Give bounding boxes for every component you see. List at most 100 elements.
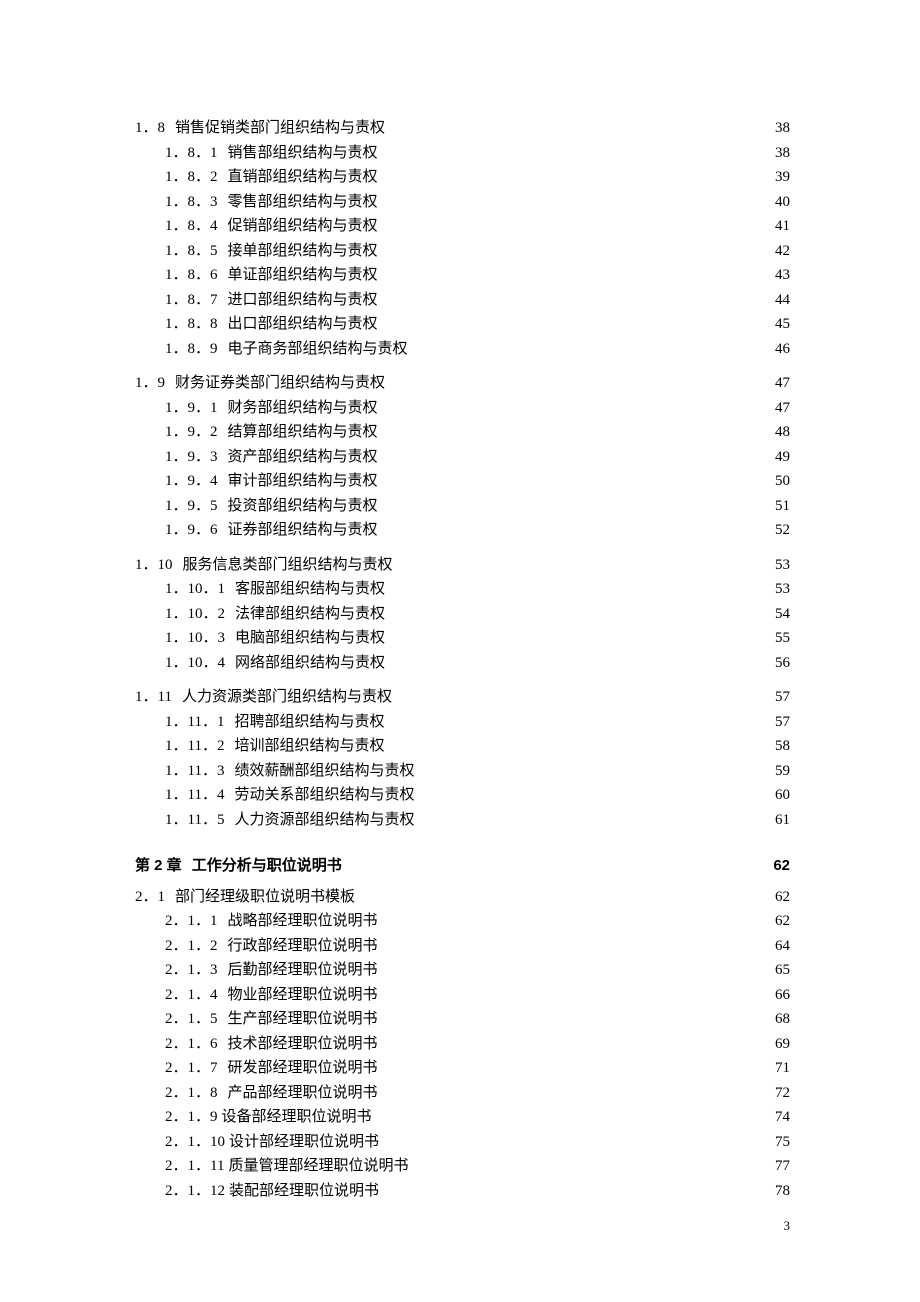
toc-entry-page: 78 (775, 1179, 790, 1204)
toc-entry: 1．8．7进口部组织结构与责权44 (165, 288, 790, 313)
toc-entry-title: 绩效薪酬部组织结构与责权 (234, 759, 414, 784)
toc-entry-page: 53 (775, 577, 790, 602)
toc-entry-number: 1．9．1 (165, 396, 218, 421)
toc-entry-number: 2．1．1 (165, 909, 218, 934)
toc-entry: 2．1．11质量管理部经理职位说明书77 (165, 1154, 790, 1179)
toc-entry-title: 客服部组织结构与责权 (235, 577, 385, 602)
toc-entry-title: 装配部经理职位说明书 (229, 1179, 379, 1204)
toc-entry: 1．9．6证券部组织结构与责权52 (165, 518, 790, 543)
toc-entry-title: 行政部经理职位说明书 (228, 934, 378, 959)
page-number: 3 (784, 1218, 791, 1234)
toc-entry-page: 55 (775, 626, 790, 651)
toc-entry-title: 单证部组织结构与责权 (228, 263, 378, 288)
toc-entry-number: 2．1．12 (165, 1179, 225, 1204)
toc-entry-page: 49 (775, 445, 790, 470)
toc-entry: 1．9．3资产部组织结构与责权49 (165, 445, 790, 470)
toc-entry: 1．9．2 结算部组织结构与责权 48 (165, 420, 790, 445)
toc-entry-number: 1．10．1 (165, 577, 225, 602)
toc-entry-page: 52 (775, 518, 790, 543)
toc-entry-page: 39 (775, 165, 790, 190)
toc-entry-number: 2．1．11 (165, 1154, 224, 1179)
toc-entry-number: 1．11 (135, 685, 172, 710)
toc-entry-number: 1．11．4 (165, 783, 224, 808)
toc-entry-title: 产品部经理职位说明书 (228, 1081, 378, 1106)
toc-entry: 1．8．8出口部组织结构与责权45 (165, 312, 790, 337)
toc-entry-title: 培训部组织结构与责权 (234, 734, 384, 759)
toc-entry: 1．8．6 单证部组织结构与责权 43 (165, 263, 790, 288)
toc-entry-number: 2．1．6 (165, 1032, 218, 1057)
toc-entry: 2．1．1战略部经理职位说明书62 (165, 909, 790, 934)
toc-entry-page: 62 (775, 909, 790, 934)
toc-entry-number: 2．1 (135, 885, 165, 910)
toc-entry: 2．1．5生产部经理职位说明书68 (165, 1007, 790, 1032)
toc-entry-page: 43 (775, 263, 790, 288)
toc-group-gap (135, 675, 790, 685)
toc-entry-title: 财务证券类部门组织结构与责权 (175, 371, 385, 396)
toc-entry-title: 投资部组织结构与责权 (228, 494, 378, 519)
toc-entry: 2．1．6技术部经理职位说明书69 (165, 1032, 790, 1057)
toc-entry-page: 65 (775, 958, 790, 983)
toc-entry-page: 38 (775, 116, 790, 141)
toc-entry-title: 销售部组织结构与责权 (228, 141, 378, 166)
toc-entry: 2．1部门经理级职位说明书模板62 (135, 885, 790, 910)
toc-entry-page: 47 (775, 371, 790, 396)
toc-entry-page: 75 (775, 1130, 790, 1155)
toc-entry: 1．11人力资源类部门组织结构与责权57 (135, 685, 790, 710)
toc-entry-page: 60 (775, 783, 790, 808)
toc-entry: 1．8销售促销类部门组织结构与责权38 (135, 116, 790, 141)
toc-entry: 1．9财务证券类部门组织结构与责权47 (135, 371, 790, 396)
toc-entry: 2．1．2行政部经理职位说明书64 (165, 934, 790, 959)
toc-entry-title: 资产部组织结构与责权 (228, 445, 378, 470)
toc-entry: 2．1．12装配部经理职位说明书 78 (165, 1179, 790, 1204)
toc-entry-page: 57 (775, 685, 790, 710)
document-page: 1．8销售促销类部门组织结构与责权381．8．1销售部组织结构与责权381．8．… (0, 0, 920, 1302)
toc-entry-number: 1．10．2 (165, 602, 225, 627)
toc-entry: 1．11．5人力资源部组织结构与责权61 (165, 808, 790, 833)
toc-entry: 1．9．5投资部组织结构与责权51 (165, 494, 790, 519)
toc-entry-number: 1．9．2 (165, 420, 218, 445)
toc-entry-page: 74 (775, 1105, 790, 1130)
toc-entry-title: 部门经理级职位说明书模板 (175, 885, 355, 910)
toc-entry-title: 招聘部组织结构与责权 (234, 710, 384, 735)
toc-entry-number: 1．8．9 (165, 337, 218, 362)
toc-entry-title: 后勤部经理职位说明书 (228, 958, 378, 983)
toc-entry-title: 出口部组织结构与责权 (228, 312, 378, 337)
toc-entry-page: 48 (775, 420, 790, 445)
toc-entry-title: 电子商务部组织结构与责权 (228, 337, 408, 362)
toc-entry-number: 第 2 章 (135, 854, 182, 879)
toc-entry-page: 71 (775, 1056, 790, 1081)
toc-entry-number: 2．1．8 (165, 1081, 218, 1106)
toc-entry: 1．10．4网络部组织结构与责权56 (165, 651, 790, 676)
toc-entry-title: 零售部组织结构与责权 (228, 190, 378, 215)
toc-entry-title: 研发部经理职位说明书 (228, 1056, 378, 1081)
toc-entry-title: 直销部组织结构与责权 (228, 165, 378, 190)
toc-entry: 1．11．1招聘部组织结构与责权57 (165, 710, 790, 735)
toc-group-gap (135, 361, 790, 371)
toc-entry-title: 设备部经理职位说明书 (222, 1105, 372, 1130)
toc-entry-page: 59 (775, 759, 790, 784)
toc-list: 1．8销售促销类部门组织结构与责权381．8．1销售部组织结构与责权381．8．… (135, 116, 790, 1203)
toc-entry-number: 1．8 (135, 116, 165, 141)
toc-entry-title: 质量管理部经理职位说明书 (228, 1154, 408, 1179)
toc-entry-number: 1．11．2 (165, 734, 224, 759)
toc-entry-page: 47 (775, 396, 790, 421)
toc-entry-number: 1．8．5 (165, 239, 218, 264)
toc-entry-number: 1．9．4 (165, 469, 218, 494)
toc-entry: 2．1．9设备部经理职位说明书 74 (165, 1105, 790, 1130)
toc-entry-page: 69 (775, 1032, 790, 1057)
toc-entry-number: 1．8．7 (165, 288, 218, 313)
toc-entry-page: 66 (775, 983, 790, 1008)
toc-entry: 1．9．4审计部组织结构与责权50 (165, 469, 790, 494)
toc-entry: 1．11．3绩效薪酬部组织结构与责权59 (165, 759, 790, 784)
toc-entry-title: 服务信息类部门组织结构与责权 (183, 553, 393, 578)
toc-entry-page: 38 (775, 141, 790, 166)
toc-entry-number: 2．1．9 (165, 1105, 218, 1130)
toc-entry-title: 结算部组织结构与责权 (228, 420, 378, 445)
toc-entry-page: 61 (775, 808, 790, 833)
toc-entry-title: 审计部组织结构与责权 (228, 469, 378, 494)
toc-entry: 1．9．1财务部组织结构与责权47 (165, 396, 790, 421)
toc-group-gap (135, 543, 790, 553)
toc-entry-number: 2．1．2 (165, 934, 218, 959)
toc-entry-page: 53 (775, 553, 790, 578)
toc-entry-number: 1．8．6 (165, 263, 218, 288)
